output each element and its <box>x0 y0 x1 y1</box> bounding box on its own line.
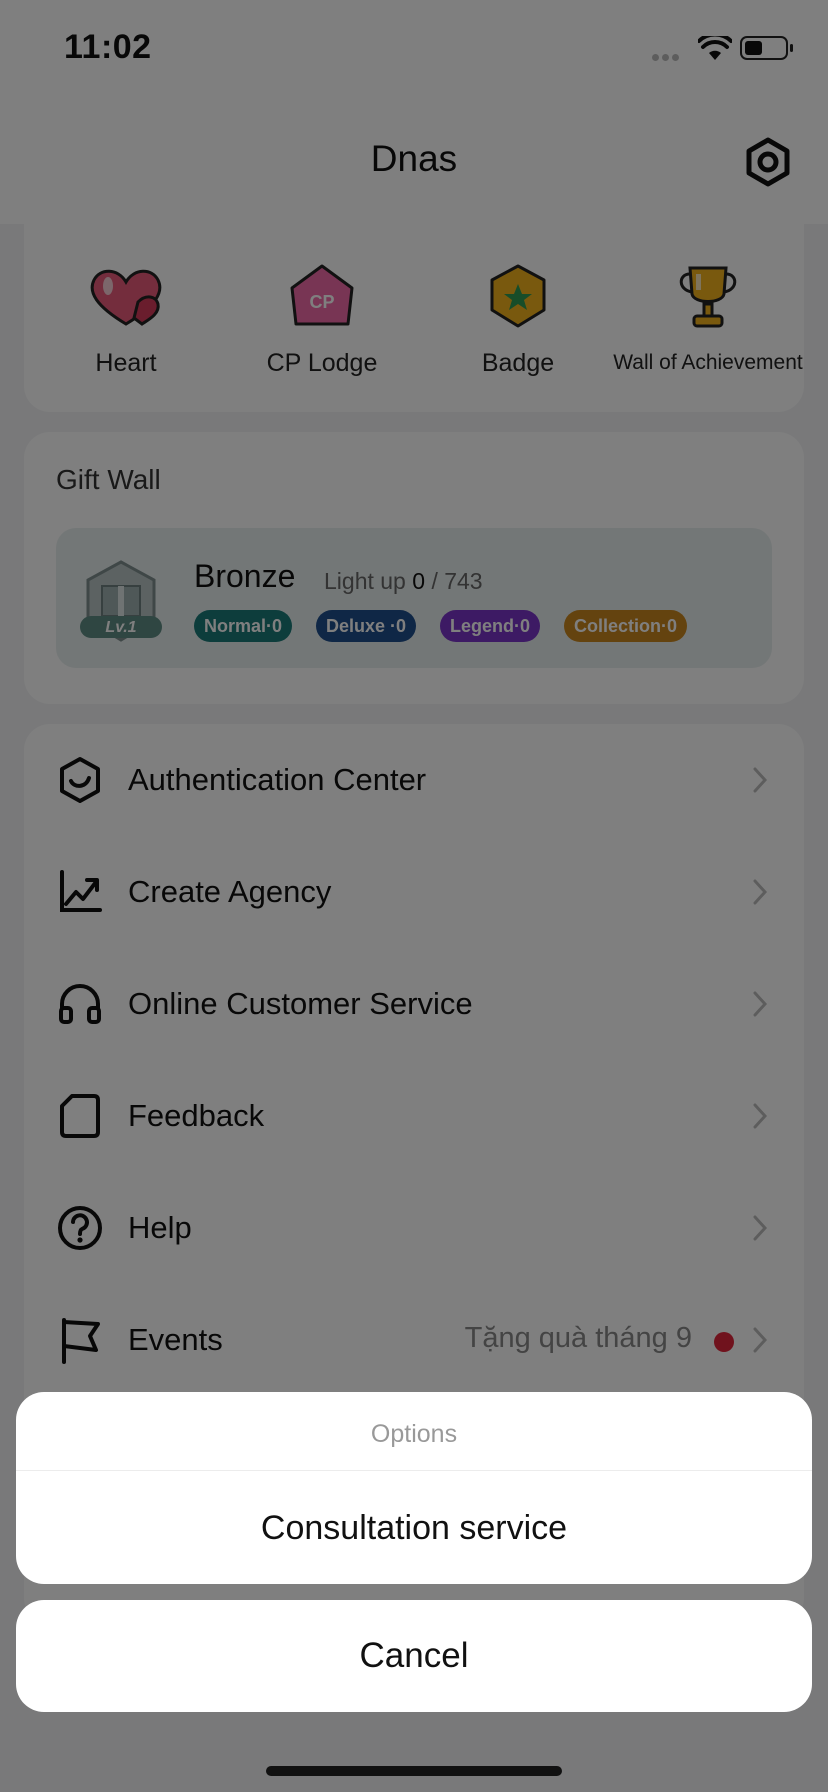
action-sheet-title: Options <box>370 1420 458 1448</box>
cancel-button[interactable]: Cancel <box>16 1600 812 1712</box>
divider <box>16 1470 812 1471</box>
consultation-service-button[interactable]: Consultation service <box>16 1472 812 1584</box>
home-indicator <box>266 1766 562 1776</box>
action-sheet: Options Consultation service <box>16 1392 812 1584</box>
